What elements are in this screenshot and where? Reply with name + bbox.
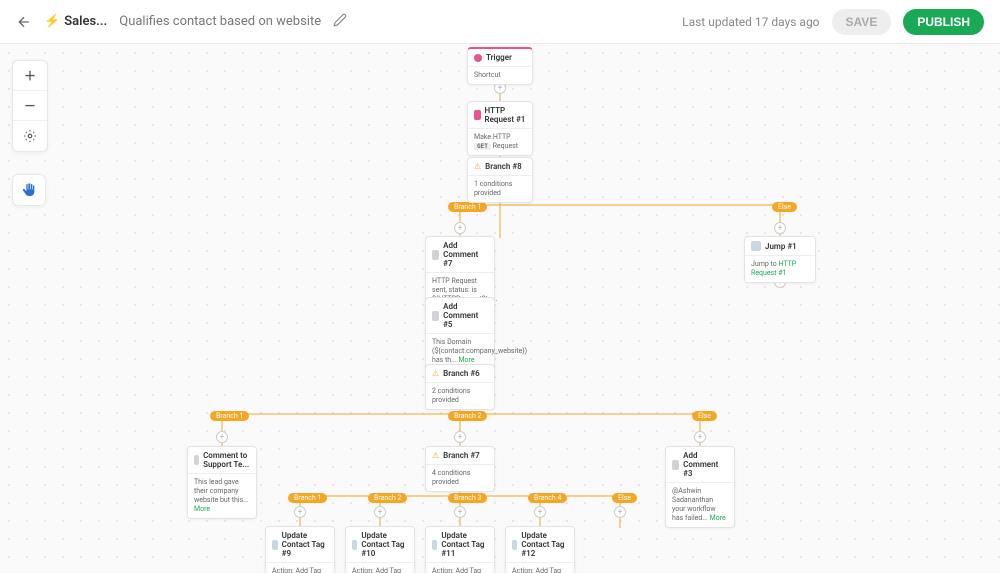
node-branch-7[interactable]: ⚠ Branch #7 4 conditions provided xyxy=(425,446,495,492)
branch-icon: ⚠ xyxy=(432,369,439,378)
node-update-contact-tag-10[interactable]: Update Contact Tag #10 Action: Add Tag E… xyxy=(345,526,415,573)
node-branch-8[interactable]: ⚠ Branch #8 1 conditions provided xyxy=(467,157,533,203)
node-update-contact-tag-11[interactable]: Update Contact Tag #11 Action: Add Tag E… xyxy=(425,526,495,573)
last-updated: Last updated 17 days ago xyxy=(682,15,819,29)
publish-button[interactable]: PUBLISH xyxy=(903,9,984,35)
node-branch-6[interactable]: ⚠ Branch #6 2 conditions provided xyxy=(425,364,495,410)
node-trigger[interactable]: Trigger Shortcut xyxy=(467,47,533,85)
node-body: This lead gave their company website but… xyxy=(188,473,256,518)
zoom-toolbar: ＋ － xyxy=(12,60,48,152)
pan-button[interactable] xyxy=(12,174,46,206)
update-icon xyxy=(512,540,517,550)
branch-label: Branch 2 xyxy=(448,411,487,421)
add-step-icon[interactable]: + xyxy=(374,506,386,518)
more-link[interactable]: More xyxy=(458,356,474,364)
add-step-icon[interactable]: + xyxy=(454,431,466,443)
node-title: Add Comment #7 xyxy=(443,241,488,268)
node-update-contact-tag-12[interactable]: Update Contact Tag #12 Action: Add Tag E… xyxy=(505,526,575,573)
node-body: Shortcut xyxy=(468,66,532,84)
canvas[interactable]: ＋ － + + + + + + + + + + + + + + + + + Br… xyxy=(0,44,1000,573)
node-add-comment-3[interactable]: Add Comment #3 @Ashwin Sadananthan your … xyxy=(665,446,735,528)
node-title: Update Contact Tag #10 xyxy=(361,531,408,558)
node-body: Jump to HTTP Request #1 xyxy=(745,255,815,282)
node-title: Add Comment #3 xyxy=(683,451,728,478)
add-step-icon[interactable]: + xyxy=(454,222,466,234)
node-body: 1 conditions provided xyxy=(468,175,532,202)
branch-label: Branch 1 xyxy=(210,411,249,421)
add-step-icon[interactable]: + xyxy=(216,431,228,443)
node-body: Action: Add Tag xyxy=(266,562,334,573)
node-http-request-1[interactable]: HTTP Request #1 Make HTTP GET Request xyxy=(467,101,533,156)
node-body: Make HTTP GET Request xyxy=(468,128,532,155)
branch-label: Else xyxy=(612,493,637,503)
add-step-icon[interactable]: + xyxy=(774,222,786,234)
add-step-icon[interactable]: + xyxy=(614,506,626,518)
node-body: Action: Add Tag xyxy=(346,562,414,573)
node-title: Branch #7 xyxy=(443,451,480,460)
add-step-icon[interactable]: + xyxy=(294,506,306,518)
node-title: Trigger xyxy=(486,53,512,62)
node-title: Branch #6 xyxy=(443,369,480,378)
node-body: 2 conditions provided xyxy=(426,382,494,409)
trigger-icon xyxy=(474,54,482,62)
comment-icon xyxy=(432,250,439,260)
node-title: HTTP Request #1 xyxy=(485,106,526,124)
update-icon xyxy=(272,540,278,550)
node-title: Jump #1 xyxy=(765,242,797,251)
node-update-contact-tag-9[interactable]: Update Contact Tag #9 Action: Add Tag Em… xyxy=(265,526,335,573)
node-body: @Ashwin Sadananthan your workflow has fa… xyxy=(666,482,734,527)
add-step-icon[interactable]: + xyxy=(534,506,546,518)
edit-icon[interactable] xyxy=(333,13,347,30)
comment-icon xyxy=(672,460,679,470)
add-step-icon[interactable]: + xyxy=(454,506,466,518)
more-link[interactable]: More xyxy=(710,514,726,522)
workflow-subtitle: Qualifies contact based on website xyxy=(119,14,321,29)
branch-label: Branch 1 xyxy=(288,493,327,503)
branch-label: Branch 3 xyxy=(448,493,487,503)
branch-label: Branch 1 xyxy=(448,202,487,212)
zoom-in-button[interactable]: ＋ xyxy=(13,61,47,91)
zoom-out-button[interactable]: － xyxy=(13,91,47,121)
add-step-icon[interactable]: + xyxy=(694,431,706,443)
branch-label: Branch 4 xyxy=(528,493,567,503)
save-button[interactable]: SAVE xyxy=(832,9,892,35)
comment-icon xyxy=(432,311,439,321)
fit-button[interactable] xyxy=(13,121,47,151)
http-icon xyxy=(474,110,481,120)
page-title: ⚡ Sales... xyxy=(44,14,107,29)
jump-icon xyxy=(751,241,761,251)
branch-icon: ⚠ xyxy=(432,451,439,460)
node-title: Add Comment #5 xyxy=(443,302,488,329)
node-title: Update Contact Tag #9 xyxy=(282,531,328,558)
branch-label: Else xyxy=(692,411,717,421)
node-body: 4 conditions provided xyxy=(426,464,494,491)
branch-label: Else xyxy=(772,202,797,212)
branch-label: Branch 2 xyxy=(368,493,407,503)
node-title: Update Contact Tag #11 xyxy=(441,531,488,558)
node-title: Branch #8 xyxy=(485,162,522,171)
back-icon[interactable] xyxy=(16,14,32,30)
update-icon xyxy=(352,540,357,550)
node-body: Action: Add Tag xyxy=(506,562,574,573)
more-link[interactable]: More xyxy=(194,505,210,513)
workflow-title: Sales... xyxy=(64,14,107,29)
node-jump-1[interactable]: Jump #1 Jump to HTTP Request #1 xyxy=(744,236,816,283)
header: ⚡ Sales... Qualifies contact based on we… xyxy=(0,0,1000,44)
http-method-badge: GET xyxy=(474,143,491,150)
comment-icon xyxy=(194,455,199,465)
node-add-comment-5[interactable]: Add Comment #5 This Domain (${contact.co… xyxy=(425,297,495,370)
node-title: Update Contact Tag #12 xyxy=(521,531,568,558)
node-comment-support-team[interactable]: Comment to Support Te... This lead gave … xyxy=(187,446,257,519)
node-body: Action: Add Tag xyxy=(426,562,494,573)
bolt-icon: ⚡ xyxy=(44,14,60,29)
update-icon xyxy=(432,540,437,550)
branch-icon: ⚠ xyxy=(474,162,481,171)
node-title: Comment to Support Te... xyxy=(203,451,250,469)
